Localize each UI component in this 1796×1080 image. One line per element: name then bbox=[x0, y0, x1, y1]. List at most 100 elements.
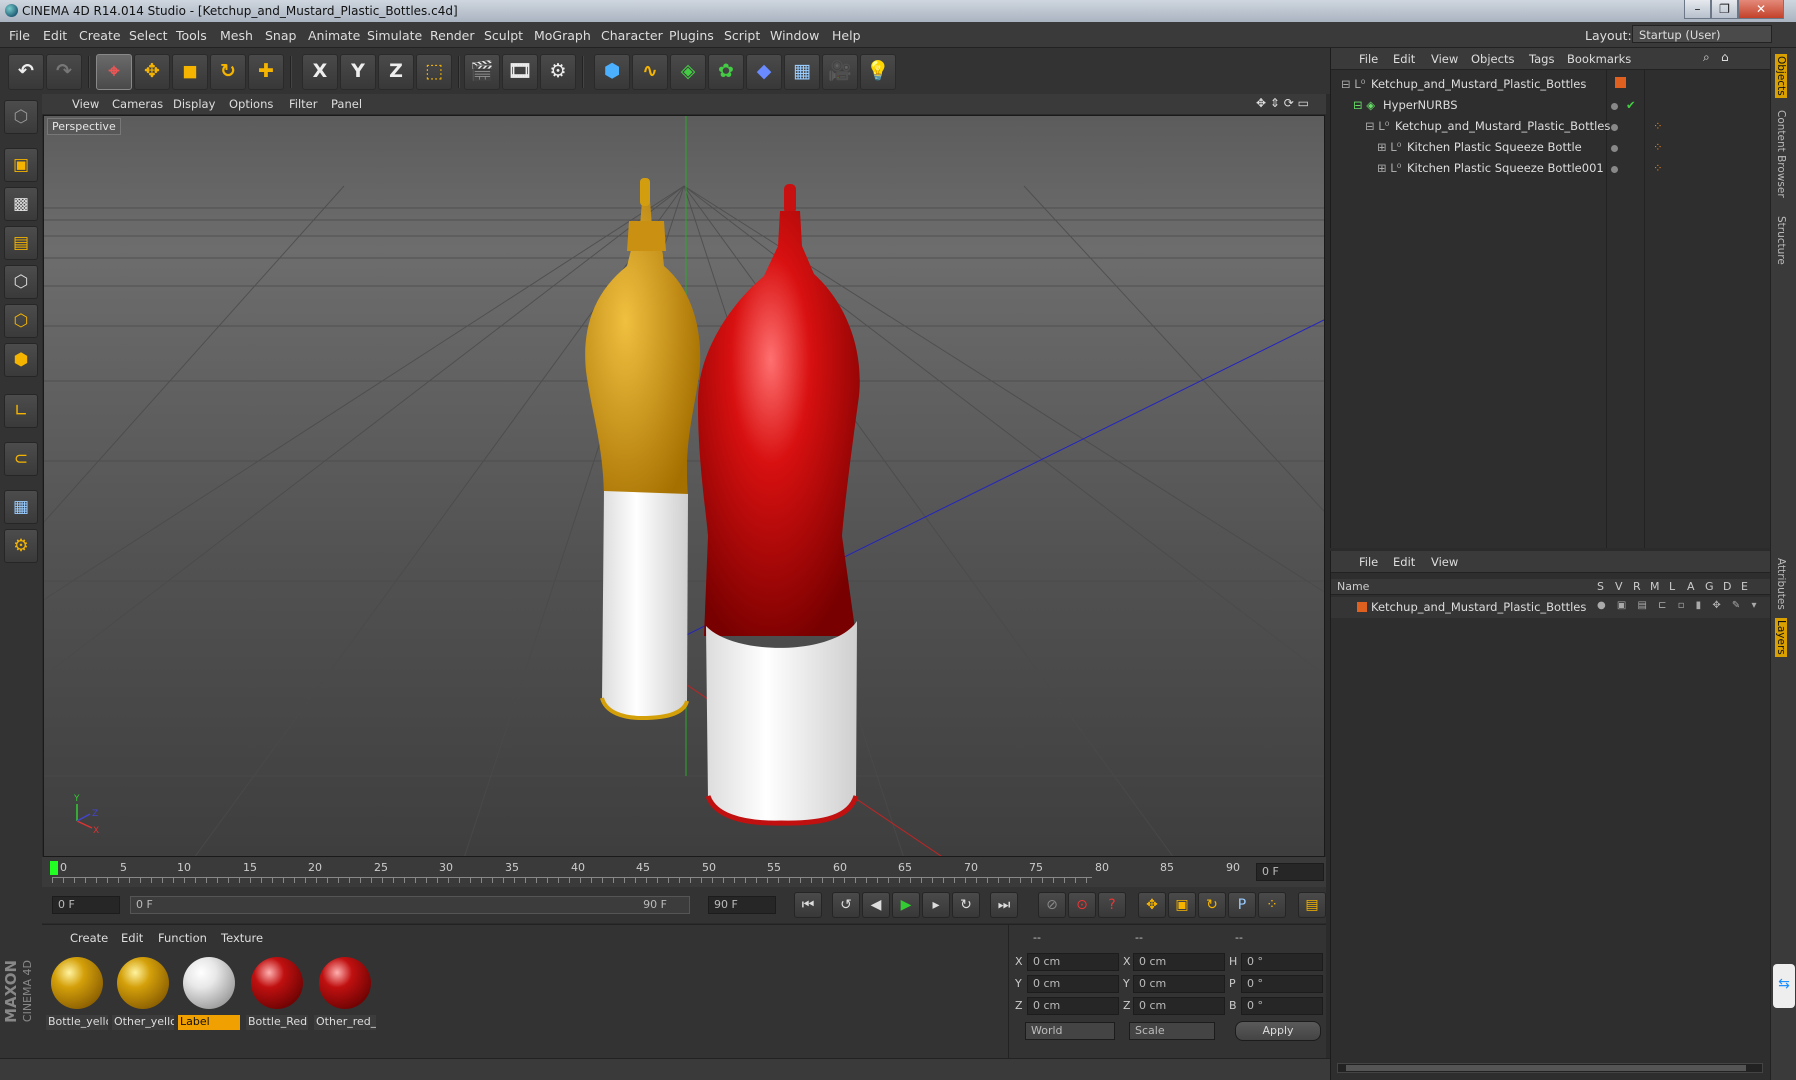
render-picture-viewer-icon[interactable]: 🎞 bbox=[502, 54, 538, 90]
tab-structure[interactable]: Structure bbox=[1775, 216, 1787, 265]
layer-col-manager[interactable]: M bbox=[1650, 580, 1660, 593]
model-mode-icon[interactable]: ▣ bbox=[4, 148, 38, 182]
object-row[interactable]: ⊟ L⁰ Ketchup_and_Mustard_Plastic_Bottles… bbox=[1331, 116, 1770, 137]
layer-name-column[interactable]: Name bbox=[1337, 580, 1369, 593]
nurbs-icon[interactable]: ◈ bbox=[670, 54, 706, 90]
deformer-icon[interactable]: ◆ bbox=[746, 54, 782, 90]
workplane-mode-icon[interactable]: ▤ bbox=[4, 226, 38, 260]
minimize-button[interactable]: – bbox=[1684, 0, 1711, 19]
menu-mograph[interactable]: MoGraph bbox=[534, 28, 591, 43]
array-cloner-icon[interactable]: ✿ bbox=[708, 54, 744, 90]
viewport-menu-panel[interactable]: Panel bbox=[331, 97, 362, 111]
make-editable-icon[interactable]: ⬡ bbox=[4, 100, 38, 134]
obj-menu-bookmarks[interactable]: Bookmarks bbox=[1567, 52, 1631, 66]
render-settings-icon[interactable]: ⚙ bbox=[540, 54, 576, 90]
axis-mode-icon[interactable]: ∟ bbox=[4, 394, 38, 428]
key-parameter-icon[interactable]: P bbox=[1228, 892, 1256, 918]
go-to-start-icon[interactable]: ⏮ bbox=[794, 892, 822, 918]
rotation-p-field[interactable]: 0 ° bbox=[1241, 975, 1323, 993]
menu-simulate[interactable]: Simulate bbox=[367, 28, 422, 43]
menu-snap[interactable]: Snap bbox=[265, 28, 296, 43]
viewport-navigation-icons[interactable]: ✥ ⇕ ⟳ ▭ bbox=[1256, 96, 1309, 110]
object-row[interactable]: ⊞ L⁰ Kitchen Plastic Squeeze Bottle ⁘ bbox=[1331, 137, 1770, 158]
cube-primitive-icon[interactable]: ⬢ bbox=[594, 54, 630, 90]
layer-col-generators[interactable]: G bbox=[1705, 580, 1714, 593]
tab-layers[interactable]: Layers bbox=[1775, 618, 1787, 657]
key-pla-icon[interactable]: ⁘ bbox=[1258, 892, 1286, 918]
viewport-menu-display[interactable]: Display bbox=[173, 97, 215, 111]
material-tag-icon[interactable]: ⁘ bbox=[1653, 119, 1663, 133]
perspective-viewport[interactable]: Y X Z Perspective bbox=[43, 115, 1325, 857]
viewport-menu-cameras[interactable]: Cameras bbox=[112, 97, 163, 111]
undo-icon[interactable]: ↶ bbox=[8, 54, 44, 90]
menu-mesh[interactable]: Mesh bbox=[220, 28, 253, 43]
menu-window[interactable]: Window bbox=[770, 28, 819, 43]
menu-animate[interactable]: Animate bbox=[308, 28, 360, 43]
playhead-marker[interactable] bbox=[50, 861, 58, 875]
material-swatch[interactable]: Bottle_yello bbox=[46, 953, 108, 1031]
layer-col-solo[interactable]: S bbox=[1597, 580, 1604, 593]
visibility-dot[interactable] bbox=[1611, 166, 1618, 173]
scale-icon[interactable]: ◼ bbox=[172, 54, 208, 90]
position-z-field[interactable]: 0 cm bbox=[1027, 997, 1119, 1015]
coordinate-system-icon[interactable]: ⬚ bbox=[416, 54, 452, 90]
menu-edit[interactable]: Edit bbox=[43, 28, 67, 43]
tab-objects[interactable]: Objects bbox=[1775, 54, 1787, 98]
menu-help[interactable]: Help bbox=[832, 28, 861, 43]
material-swatch[interactable]: Other_yello bbox=[112, 953, 174, 1031]
material-menu-texture[interactable]: Texture bbox=[221, 931, 263, 945]
menu-script[interactable]: Script bbox=[724, 28, 760, 43]
loop-icon[interactable]: ↺ bbox=[832, 892, 860, 918]
rotation-b-field[interactable]: 0 ° bbox=[1241, 997, 1323, 1015]
next-frame-icon[interactable]: ▸ bbox=[922, 892, 950, 918]
light-icon[interactable]: 💡 bbox=[860, 54, 896, 90]
camera-icon[interactable]: 🎥 bbox=[822, 54, 858, 90]
layer-toggle-icons[interactable]: ● ▣ ▤ ⊏ ▫ ▮ ✥ ✎ ▾ bbox=[1597, 600, 1761, 611]
tab-content-browser[interactable]: Content Browser bbox=[1775, 110, 1787, 198]
menu-render[interactable]: Render bbox=[430, 28, 475, 43]
menu-create[interactable]: Create bbox=[79, 28, 121, 43]
timeline-window-icon[interactable]: ▤ bbox=[1298, 892, 1326, 918]
texture-mode-icon[interactable]: ▩ bbox=[4, 187, 38, 221]
layer-col-deformers[interactable]: D bbox=[1723, 580, 1731, 593]
material-swatch[interactable]: Label bbox=[178, 953, 240, 1031]
material-swatch[interactable]: Other_red_ bbox=[314, 953, 376, 1031]
viewport-menu-filter[interactable]: Filter bbox=[289, 97, 317, 111]
position-y-field[interactable]: 0 cm bbox=[1027, 975, 1119, 993]
rotation-h-field[interactable]: 0 ° bbox=[1241, 953, 1323, 971]
move-icon[interactable]: ✥ bbox=[134, 54, 170, 90]
horizontal-scrollbar[interactable] bbox=[1337, 1063, 1763, 1073]
close-window-button[interactable]: ✕ bbox=[1738, 0, 1784, 19]
redo-icon[interactable]: ↷ bbox=[46, 54, 82, 90]
x-axis-lock-button[interactable]: X bbox=[302, 54, 338, 90]
layer-menu-file[interactable]: File bbox=[1359, 555, 1378, 569]
obj-menu-view[interactable]: View bbox=[1431, 52, 1458, 66]
material-menu-create[interactable]: Create bbox=[70, 931, 108, 945]
material-menu-edit[interactable]: Edit bbox=[121, 931, 143, 945]
layer-col-view[interactable]: V bbox=[1615, 580, 1623, 593]
keyframe-help-icon[interactable]: ? bbox=[1098, 892, 1126, 918]
layer-col-expressions[interactable]: E bbox=[1741, 580, 1748, 593]
go-to-end-icon[interactable]: ⏭ bbox=[990, 892, 1018, 918]
points-mode-icon[interactable]: ⬡ bbox=[4, 265, 38, 299]
render-view-icon[interactable]: 🎬 bbox=[464, 54, 500, 90]
current-frame-field[interactable]: 0 F bbox=[1256, 863, 1324, 881]
layer-color-swatch[interactable] bbox=[1357, 602, 1367, 612]
edges-mode-icon[interactable]: ⬡ bbox=[4, 304, 38, 338]
menu-character[interactable]: Character bbox=[601, 28, 663, 43]
viewport-menu-view[interactable]: View bbox=[72, 97, 99, 111]
size-x-field[interactable]: 0 cm bbox=[1133, 953, 1225, 971]
obj-menu-file[interactable]: File bbox=[1359, 52, 1378, 66]
search-icon[interactable]: ⌕ bbox=[1703, 50, 1710, 65]
layer-col-animation[interactable]: A bbox=[1687, 580, 1695, 593]
layer-color-swatch[interactable] bbox=[1615, 77, 1626, 88]
transform-mode-dropdown[interactable]: Scale bbox=[1129, 1022, 1215, 1040]
home-icon[interactable]: ⌂ bbox=[1721, 50, 1729, 64]
position-x-field[interactable]: 0 cm bbox=[1027, 953, 1119, 971]
polygons-mode-icon[interactable]: ⬢ bbox=[4, 343, 38, 377]
play-icon[interactable]: ▶ bbox=[892, 892, 920, 918]
preview-range-slider[interactable]: 0 F 90 F bbox=[130, 896, 690, 914]
layer-col-locked[interactable]: L bbox=[1669, 580, 1675, 593]
visibility-dot[interactable] bbox=[1611, 103, 1618, 110]
maximize-button[interactable]: ❐ bbox=[1711, 0, 1738, 19]
